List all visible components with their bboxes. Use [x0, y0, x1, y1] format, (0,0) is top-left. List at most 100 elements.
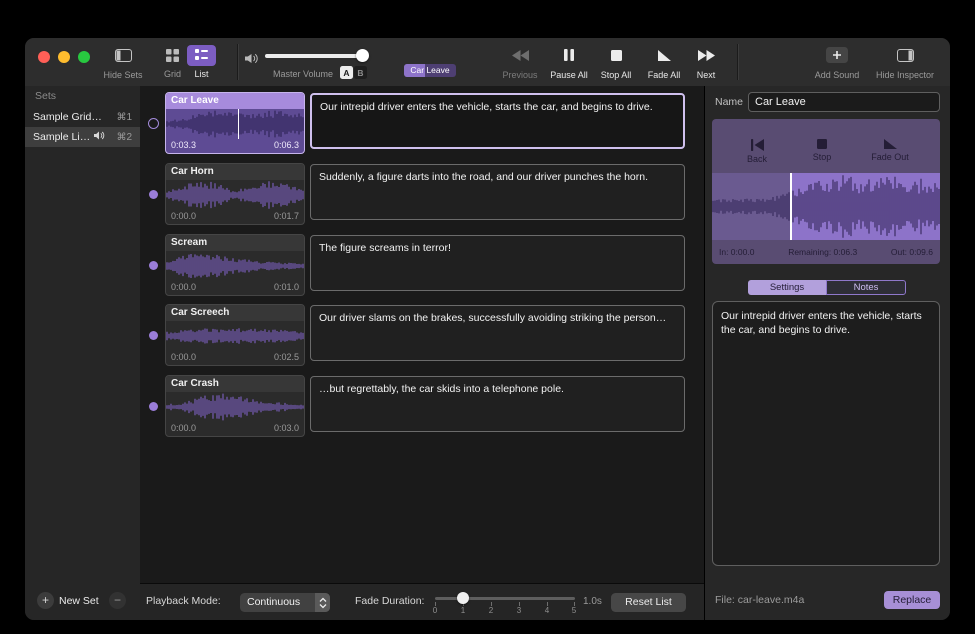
list-icon	[195, 49, 208, 62]
cue-note-field[interactable]: Suddenly, a figure darts into the road, …	[310, 164, 685, 220]
list-view-button[interactable]	[187, 45, 216, 66]
pause-icon	[564, 46, 574, 64]
grid-view-button[interactable]	[158, 45, 187, 66]
cue-note-field[interactable]: The figure screams in terror!	[310, 235, 685, 291]
cue-times: 0:00.0 0:01.0	[166, 279, 304, 295]
add-sound-label: Add Sound	[815, 70, 860, 80]
slider-track[interactable]	[435, 597, 575, 600]
hide-sets-label: Hide Sets	[103, 70, 142, 80]
cue-duration: 0:01.7	[274, 208, 299, 224]
cue-card[interactable]: Car Crash 0:00.0 0:03.0	[165, 375, 305, 437]
cue-name: Car Horn	[166, 164, 304, 180]
add-sound-button[interactable]: Add Sound	[810, 43, 864, 82]
now-playing-chip[interactable]: Car Leave	[404, 64, 456, 77]
cue-current-time: 0:00.0	[171, 420, 196, 436]
inspector-tabs: Settings Notes	[748, 280, 906, 295]
cue-waveform	[166, 392, 304, 422]
cue-duration: 0:01.0	[274, 279, 299, 295]
output-a-button[interactable]: A	[340, 66, 353, 79]
cue-row-car-screech: Car Screech 0:00.0 0:02.5 Our driver sla…	[140, 304, 705, 368]
output-b-button[interactable]: B	[354, 66, 367, 79]
stop-button[interactable]: Stop	[792, 139, 852, 162]
new-set-add-button[interactable]: +	[37, 592, 54, 609]
inspector-waveform[interactable]	[712, 173, 940, 240]
tab-settings[interactable]: Settings	[748, 280, 826, 295]
cue-note-field[interactable]: …but regrettably, the car skids into a t…	[310, 376, 685, 432]
grid-label: Grid	[158, 69, 187, 79]
cue-name: Car Crash	[166, 376, 304, 392]
cue-waveform	[166, 180, 304, 210]
cue-card[interactable]: Car Leave 0:03.3 0:06.3	[165, 92, 305, 154]
tab-notes[interactable]: Notes	[826, 280, 906, 295]
close-button[interactable]	[38, 51, 50, 63]
notes-text-area[interactable]: Our intrepid driver enters the vehicle, …	[712, 301, 940, 566]
cue-card[interactable]: Car Screech 0:00.0 0:02.5	[165, 304, 305, 366]
playback-mode-dropdown[interactable]: Continuous	[240, 593, 330, 612]
cue-current-time: 0:00.0	[171, 279, 196, 295]
hide-sets-button[interactable]: Hide Sets	[100, 43, 146, 82]
next-button[interactable]: Next	[683, 43, 729, 82]
cue-waveform	[166, 251, 304, 281]
sidebar-item-sample-grid[interactable]: Sample Grid… ⌘1	[25, 107, 140, 127]
remove-set-button[interactable]: −	[109, 592, 126, 609]
cue-current-time: 0:03.3	[171, 137, 196, 153]
toolbar-separator	[737, 44, 738, 80]
cue-times: 0:03.3 0:06.3	[166, 137, 304, 153]
cue-status-indicator	[149, 331, 158, 340]
sidebar-item-sample-list[interactable]: Sample Li… ⌘2	[25, 127, 140, 147]
previous-button[interactable]: Previous	[497, 43, 543, 82]
cue-waveform	[166, 321, 304, 351]
name-input[interactable]	[748, 92, 940, 112]
view-mode-labels: Grid List	[158, 69, 216, 79]
fade-all-button[interactable]: Fade All	[641, 43, 687, 82]
playback-options-bar: Playback Mode: Continuous Fade Duration:…	[140, 583, 705, 620]
sets-sidebar: Sets Sample Grid… ⌘1 Sample Li… ⌘2 + New…	[25, 86, 141, 620]
fade-out-icon	[884, 139, 897, 149]
sidebar-right-icon	[897, 46, 914, 64]
fade-out-button[interactable]: Fade Out	[860, 139, 920, 162]
view-mode-segmented-control	[158, 45, 216, 66]
cue-status-indicator	[149, 402, 158, 411]
tick-label: 5	[568, 606, 580, 615]
next-icon	[698, 46, 715, 64]
minimize-button[interactable]	[58, 51, 70, 63]
cue-note-field[interactable]: Our intrepid driver enters the vehicle, …	[310, 93, 685, 149]
dropdown-arrows-icon	[315, 593, 330, 612]
fade-duration-label: Fade Duration:	[355, 595, 424, 607]
hide-inspector-button[interactable]: Hide Inspector	[873, 43, 937, 82]
pause-all-button[interactable]: Pause All	[546, 43, 592, 82]
fade-all-label: Fade All	[648, 70, 681, 80]
inspector-time-readouts: In: 0:00.0 Remaining: 0:06.3 Out: 0:09.6	[712, 240, 940, 264]
cue-times: 0:00.0 0:02.5	[166, 349, 304, 365]
stop-icon	[611, 46, 622, 64]
stop-all-button[interactable]: Stop All	[593, 43, 639, 82]
slider-knob[interactable]	[457, 592, 469, 604]
sidebar-left-icon	[115, 46, 132, 64]
zoom-button[interactable]	[78, 51, 90, 63]
cue-name: Car Screech	[166, 305, 304, 321]
back-button[interactable]: Back	[727, 139, 787, 164]
cue-card[interactable]: Scream 0:00.0 0:01.0	[165, 234, 305, 296]
master-volume-slider[interactable]	[265, 54, 365, 58]
toolbar-separator	[237, 44, 238, 80]
playhead[interactable]	[790, 173, 792, 240]
in-time: In: 0:00.0	[719, 247, 754, 257]
master-volume-knob[interactable]	[356, 49, 369, 62]
fade-icon	[658, 46, 671, 64]
sets-header: Sets	[35, 90, 56, 102]
cue-current-time: 0:00.0	[171, 349, 196, 365]
waveform-lines	[712, 173, 940, 240]
tick-label: 2	[485, 606, 497, 615]
name-label: Name	[715, 92, 743, 112]
cue-card[interactable]: Car Horn 0:00.0 0:01.7	[165, 163, 305, 225]
traffic-lights	[38, 51, 90, 63]
fade-duration-slider[interactable]: 0 1 2 3 4 5	[435, 584, 575, 620]
cue-note-field[interactable]: Our driver slams on the brakes, successf…	[310, 305, 685, 361]
cue-waveform	[166, 109, 304, 139]
cue-playhead	[238, 109, 240, 139]
skip-back-icon	[751, 139, 764, 151]
next-label: Next	[697, 70, 716, 80]
replace-button[interactable]: Replace	[884, 591, 940, 609]
cue-name: Scream	[166, 235, 304, 251]
reset-list-button[interactable]: Reset List	[611, 593, 686, 612]
